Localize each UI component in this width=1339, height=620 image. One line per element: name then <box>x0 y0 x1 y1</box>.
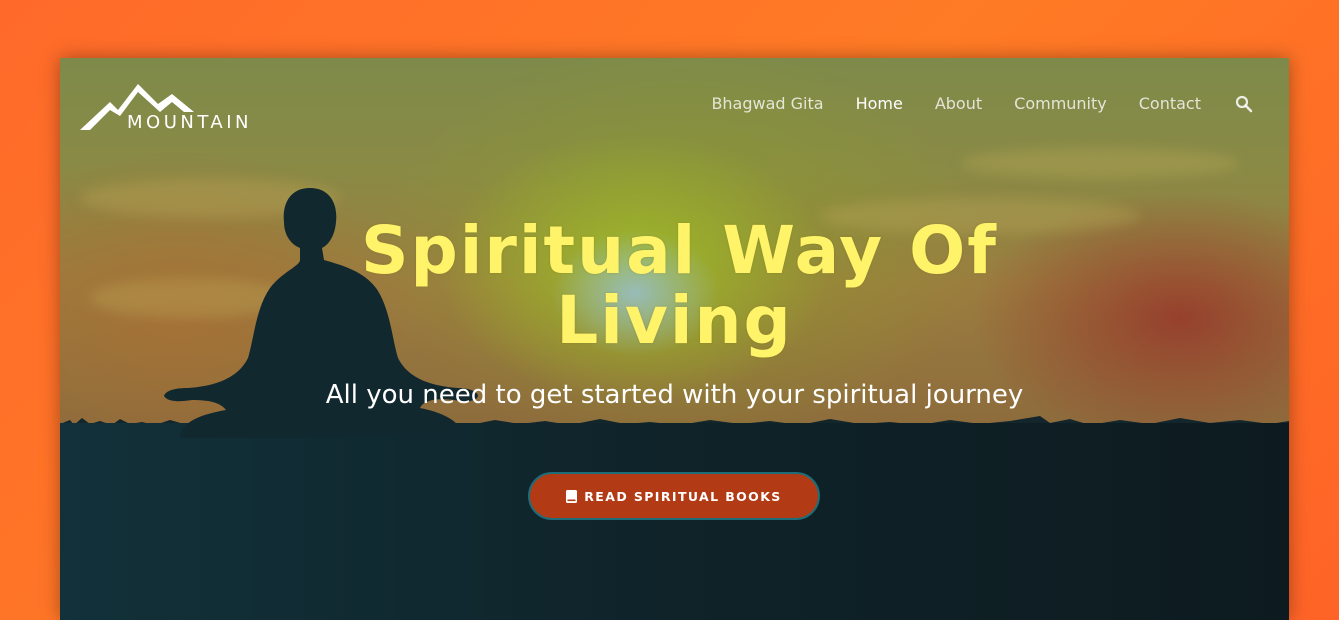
hero-title-line-1: Spiritual Way Of <box>360 212 999 289</box>
read-spiritual-books-button[interactable]: READ SPIRITUAL BOOKS <box>528 472 820 520</box>
hero-subtitle: All you need to get started with your sp… <box>325 380 1024 410</box>
nav-item-contact[interactable]: Contact <box>1139 94 1201 113</box>
hero-title: Spiritual Way Of Living <box>60 216 1289 356</box>
nav-item-bhagwad-gita[interactable]: Bhagwad Gita <box>711 94 823 113</box>
main-nav: Bhagwad Gita Home About Community Contac… <box>679 94 1253 113</box>
nav-item-about[interactable]: About <box>935 94 982 113</box>
hero-frame: MOUNTAIN Bhagwad Gita Home About Communi… <box>60 58 1289 620</box>
ground-silhouette <box>60 423 1289 620</box>
logo-text: MOUNTAIN <box>127 112 253 133</box>
nav-item-home[interactable]: Home <box>856 94 903 113</box>
book-icon <box>566 489 578 503</box>
logo[interactable]: MOUNTAIN <box>80 82 265 133</box>
nav-item-community[interactable]: Community <box>1014 94 1107 113</box>
hero-title-line-2: Living <box>556 282 793 359</box>
search-icon[interactable] <box>1235 95 1253 113</box>
cloud <box>960 148 1240 178</box>
cta-label: READ SPIRITUAL BOOKS <box>584 488 782 504</box>
